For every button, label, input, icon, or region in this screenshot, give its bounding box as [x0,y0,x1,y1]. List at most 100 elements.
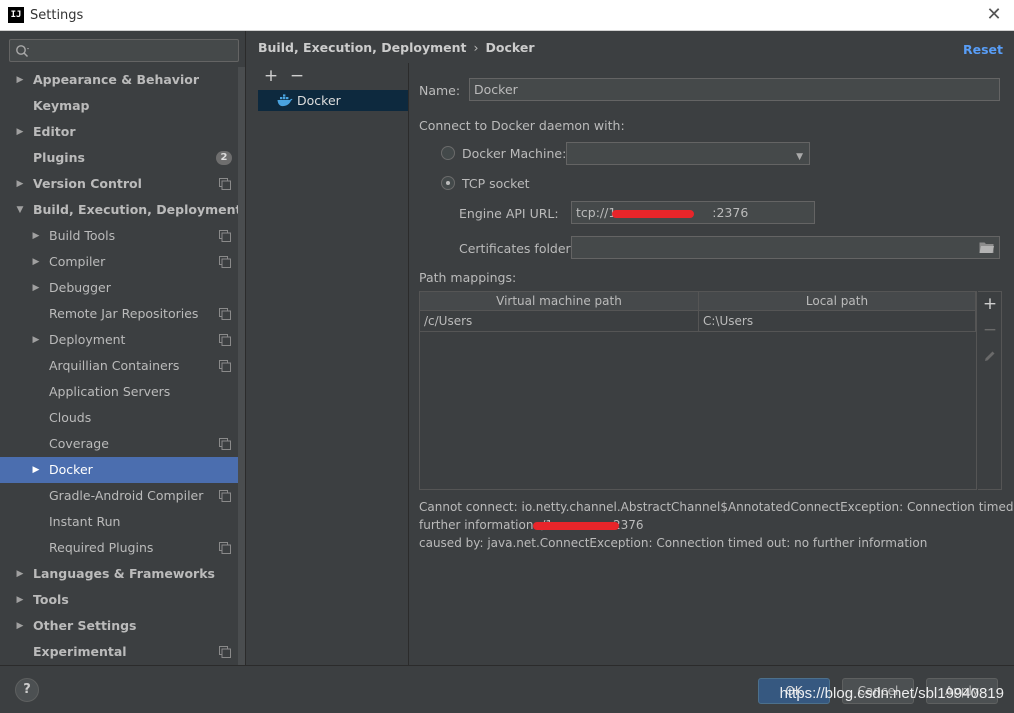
sidebar-item-label: Application Servers [49,384,171,399]
sidebar-item-remote-jar-repositories[interactable]: Remote Jar Repositories [0,301,238,327]
chevron-right-icon[interactable]: ▶ [30,457,42,483]
chevron-down-icon: ▼ [796,152,803,162]
sidebar-item-label: Version Control [33,176,142,191]
sidebar-item-appearance-behavior[interactable]: ▶ Appearance & Behavior [0,67,238,93]
sidebar-item-application-servers[interactable]: Application Servers [0,379,238,405]
sidebar-item-gradle-android-compiler[interactable]: Gradle-Android Compiler [0,483,238,509]
engine-api-url-field[interactable]: tcp://1 :2376 [571,201,815,224]
sidebar-item-version-control[interactable]: ▶ Version Control [0,171,238,197]
chevron-right-icon[interactable]: ▶ [14,171,26,197]
project-level-icon [219,360,231,372]
project-level-icon [219,542,231,554]
sidebar-item-experimental[interactable]: Experimental [0,639,238,665]
breadcrumb-parent[interactable]: Build, Execution, Deployment [258,40,466,55]
search-input[interactable] [36,42,234,59]
docker-settings-form: Name: Docker Connect to Docker daemon wi… [409,63,1014,665]
sidebar-item-languages-frameworks[interactable]: ▶ Languages & Frameworks [0,561,238,587]
sidebar-item-docker[interactable]: ▶ Docker [0,457,238,483]
docker-config-label: Docker [297,93,341,108]
chevron-right-icon[interactable]: ▶ [14,561,26,587]
sidebar-item-label: Plugins [33,150,85,165]
sidebar-item-label: Remote Jar Repositories [49,306,199,321]
edit-mapping-button[interactable] [978,344,1002,368]
sidebar-item-label: Docker [49,462,93,477]
sidebar-item-instant-run[interactable]: Instant Run [0,509,238,535]
folder-icon[interactable] [979,241,994,254]
chevron-right-icon[interactable]: ▶ [14,587,26,613]
sidebar-item-label: Build Tools [49,228,116,243]
sidebar-item-debugger[interactable]: ▶ Debugger [0,275,238,301]
engine-url-value-start: tcp://1 [576,205,617,220]
update-count-badge: 2 [216,151,232,165]
chevron-right-icon[interactable]: ▶ [14,613,26,639]
search-box[interactable] [9,39,239,62]
tcp-socket-radio[interactable] [441,176,455,190]
help-button[interactable]: ? [15,678,39,702]
name-field[interactable]: Docker [469,78,1000,101]
reset-link[interactable]: Reset [963,42,1003,57]
breadcrumb-separator: › [473,40,479,55]
close-icon[interactable]: ✕ [982,3,1006,27]
chevron-right-icon[interactable]: ▶ [30,327,42,353]
table-cell-local-path[interactable]: C:\Users [699,311,976,332]
sidebar-item-label: Appearance & Behavior [33,72,199,87]
project-level-icon [219,646,231,658]
project-level-icon [219,308,231,320]
docker-config-list-panel: + − Docker [247,63,409,665]
add-config-button[interactable]: + [262,67,280,85]
settings-tree: ▶ Appearance & Behavior Keymap ▶ Editor Plugi… [0,67,242,665]
breadcrumb-current: Docker [485,40,535,55]
error-message-line-3: caused by: java.net.ConnectException: Co… [419,536,928,550]
breadcrumb: Build, Execution, Deployment › Docker [258,40,534,55]
table-cell-vm-path[interactable]: /c/Users [420,311,699,332]
sidebar-item-editor[interactable]: ▶ Editor [0,119,238,145]
sidebar-item-required-plugins[interactable]: Required Plugins [0,535,238,561]
search-icon [16,45,29,58]
pencil-icon [985,351,995,361]
sidebar-item-label: Required Plugins [49,540,154,555]
connect-label: Connect to Docker daemon with: [419,118,625,133]
chevron-right-icon[interactable]: ▶ [30,223,42,249]
chevron-down-icon[interactable]: ▼ [14,197,26,223]
title-bar: IJ Settings ✕ [0,0,1014,31]
path-mappings-table: Virtual machine path Local path /c/Users… [419,291,977,490]
remove-mapping-button[interactable]: − [978,318,1002,342]
engine-api-url-label: Engine API URL: [459,206,559,221]
sidebar-item-keymap[interactable]: Keymap [0,93,238,119]
project-level-icon [219,178,231,190]
docker-config-item[interactable]: Docker [258,90,408,111]
sidebar-item-label: Keymap [33,98,90,113]
docker-whale-icon [277,94,293,107]
path-mappings-label: Path mappings: [419,270,517,285]
project-level-icon [219,230,231,242]
sidebar-item-label: Experimental [33,644,127,659]
docker-machine-combo[interactable]: ▼ [566,142,810,165]
sidebar-item-label: Debugger [49,280,111,295]
column-header-local-path[interactable]: Local path [699,292,976,311]
dialog-button-bar: ? OK Cancel Apply https://blog.csdn.net/… [0,665,1014,713]
sidebar-item-compiler[interactable]: ▶ Compiler [0,249,238,275]
watermark-text: https://blog.csdn.net/sbl19940819 [779,685,1004,702]
sidebar-item-build-tools[interactable]: ▶ Build Tools [0,223,238,249]
column-header-vm-path[interactable]: Virtual machine path [420,292,699,311]
sidebar-item-tools[interactable]: ▶ Tools [0,587,238,613]
docker-machine-radio[interactable] [441,146,455,160]
chevron-right-icon[interactable]: ▶ [14,67,26,93]
add-mapping-button[interactable]: + [978,292,1002,316]
sidebar-item-deployment[interactable]: ▶ Deployment [0,327,238,353]
sidebar-item-other-settings[interactable]: ▶ Other Settings [0,613,238,639]
sidebar-item-plugins[interactable]: Plugins 2 [0,145,238,171]
chevron-right-icon[interactable]: ▶ [30,275,42,301]
sidebar-item-coverage[interactable]: Coverage [0,431,238,457]
remove-config-button[interactable]: − [288,67,306,85]
sidebar-scrollbar[interactable] [238,67,245,665]
chevron-right-icon[interactable]: ▶ [30,249,42,275]
sidebar-item-build-execution-deployment[interactable]: ▼ Build, Execution, Deployment [0,197,242,223]
project-level-icon [219,438,231,450]
sidebar-item-arquillian-containers[interactable]: Arquillian Containers [0,353,238,379]
chevron-right-icon[interactable]: ▶ [14,119,26,145]
sidebar-item-label: Coverage [49,436,109,451]
certificates-folder-field[interactable] [571,236,1000,259]
sidebar-item-label: Deployment [49,332,126,347]
sidebar-item-clouds[interactable]: Clouds [0,405,238,431]
